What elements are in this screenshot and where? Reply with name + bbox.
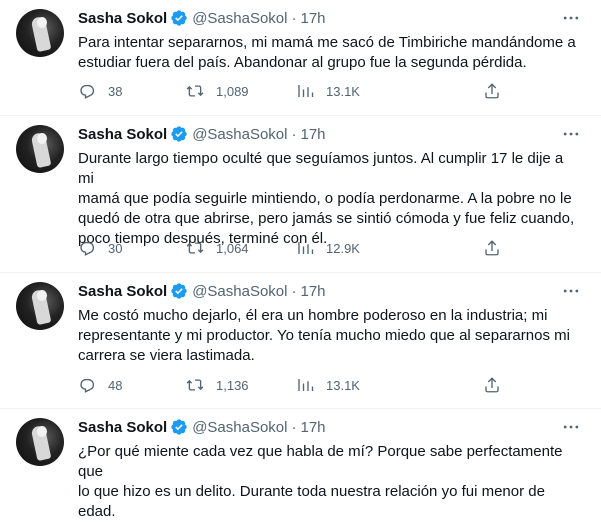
share-icon bbox=[485, 240, 499, 256]
author-name[interactable]: Sasha Sokol bbox=[78, 10, 167, 27]
more-icon[interactable] bbox=[561, 417, 581, 437]
reply-icon bbox=[80, 378, 95, 393]
timestamp[interactable]: 17h bbox=[300, 10, 325, 27]
separator-dot: · bbox=[291, 125, 297, 143]
reply-icon bbox=[80, 84, 95, 99]
views-button[interactable]: 13.1K bbox=[296, 375, 360, 395]
reply-button[interactable]: 48 bbox=[78, 375, 122, 395]
author-name[interactable]: Sasha Sokol bbox=[78, 126, 167, 143]
retweet-icon bbox=[186, 85, 204, 97]
retweet-count: 1,064 bbox=[216, 240, 249, 256]
separator-dot: · bbox=[291, 282, 297, 300]
tweet-feed: Sasha Sokol @SashaSokol · 17h Para inten… bbox=[0, 0, 601, 520]
verified-badge-icon bbox=[170, 418, 188, 436]
timestamp[interactable]: 17h bbox=[300, 126, 325, 143]
views-icon bbox=[298, 242, 314, 254]
tweet[interactable]: Sasha Sokol @SashaSokol · 17h ¿Por qué m… bbox=[0, 408, 601, 520]
tweet-header: Sasha Sokol @SashaSokol · 17h bbox=[78, 8, 326, 28]
more-icon[interactable] bbox=[561, 8, 581, 28]
tweet[interactable]: Sasha Sokol @SashaSokol · 17h Durante la… bbox=[0, 115, 601, 271]
views-count: 13.1K bbox=[326, 83, 360, 99]
tweet-actions: 38 1,089 13.1K bbox=[78, 81, 508, 101]
verified-badge-icon bbox=[170, 9, 188, 27]
verified-badge-icon bbox=[170, 125, 188, 143]
author-handle[interactable]: @SashaSokol bbox=[192, 419, 287, 436]
author-name[interactable]: Sasha Sokol bbox=[78, 419, 167, 436]
more-icon[interactable] bbox=[561, 281, 581, 301]
avatar[interactable] bbox=[16, 418, 64, 466]
more-icon[interactable] bbox=[561, 124, 581, 144]
divider bbox=[0, 408, 601, 409]
reply-icon bbox=[80, 241, 95, 256]
views-icon bbox=[298, 85, 314, 97]
tweet-text: Para intentar separarnos, mi mamá me sac… bbox=[78, 34, 576, 71]
share-button[interactable] bbox=[483, 375, 501, 395]
share-icon bbox=[485, 83, 499, 99]
share-button[interactable] bbox=[483, 238, 501, 258]
retweet-button[interactable]: 1,089 bbox=[186, 81, 249, 101]
views-button[interactable]: 12.9K bbox=[296, 238, 360, 258]
tweet-header: Sasha Sokol @SashaSokol · 17h bbox=[78, 281, 326, 301]
retweet-icon bbox=[186, 379, 204, 391]
tweet[interactable]: Sasha Sokol @SashaSokol · 17h Para inten… bbox=[0, 0, 601, 114]
divider bbox=[0, 115, 601, 116]
views-button[interactable]: 13.1K bbox=[296, 81, 360, 101]
verified-badge-icon bbox=[170, 282, 188, 300]
views-icon bbox=[298, 379, 314, 391]
retweet-button[interactable]: 1,136 bbox=[186, 375, 249, 395]
reply-count: 48 bbox=[108, 377, 123, 393]
retweet-count: 1,089 bbox=[216, 83, 249, 99]
divider bbox=[0, 272, 601, 273]
avatar[interactable] bbox=[16, 9, 64, 57]
separator-dot: · bbox=[291, 9, 297, 27]
tweet[interactable]: Sasha Sokol @SashaSokol · 17h Me costó m… bbox=[0, 272, 601, 407]
author-handle[interactable]: @SashaSokol bbox=[192, 10, 287, 27]
avatar[interactable] bbox=[16, 282, 64, 330]
author-handle[interactable]: @SashaSokol bbox=[192, 283, 287, 300]
author-handle[interactable]: @SashaSokol bbox=[192, 126, 287, 143]
avatar[interactable] bbox=[16, 125, 64, 173]
share-button[interactable] bbox=[483, 81, 501, 101]
tweet-header: Sasha Sokol @SashaSokol · 17h bbox=[78, 124, 326, 144]
tweet-text: Me costó mucho dejarlo, él era un hombre… bbox=[78, 307, 570, 364]
tweet-text: Durante largo tiempo oculté que seguíamo… bbox=[78, 150, 575, 247]
reply-button[interactable]: 30 bbox=[78, 238, 122, 258]
separator-dot: · bbox=[291, 418, 297, 436]
reply-button[interactable]: 38 bbox=[78, 81, 122, 101]
retweet-icon bbox=[186, 242, 204, 254]
tweet-actions: 48 1,136 13.1K bbox=[78, 375, 508, 395]
tweet-actions: 30 1,064 12.9K bbox=[78, 238, 508, 258]
views-count: 12.9K bbox=[326, 240, 360, 256]
reply-count: 30 bbox=[108, 240, 123, 256]
tweet-text: ¿Por qué miente cada vez que habla de mí… bbox=[78, 443, 563, 520]
tweet-header: Sasha Sokol @SashaSokol · 17h bbox=[78, 417, 326, 437]
retweet-button[interactable]: 1,064 bbox=[186, 238, 249, 258]
share-icon bbox=[485, 377, 499, 393]
reply-count: 38 bbox=[108, 83, 123, 99]
timestamp[interactable]: 17h bbox=[300, 419, 325, 436]
retweet-count: 1,136 bbox=[216, 377, 249, 393]
author-name[interactable]: Sasha Sokol bbox=[78, 283, 167, 300]
views-count: 13.1K bbox=[326, 377, 360, 393]
timestamp[interactable]: 17h bbox=[300, 283, 325, 300]
